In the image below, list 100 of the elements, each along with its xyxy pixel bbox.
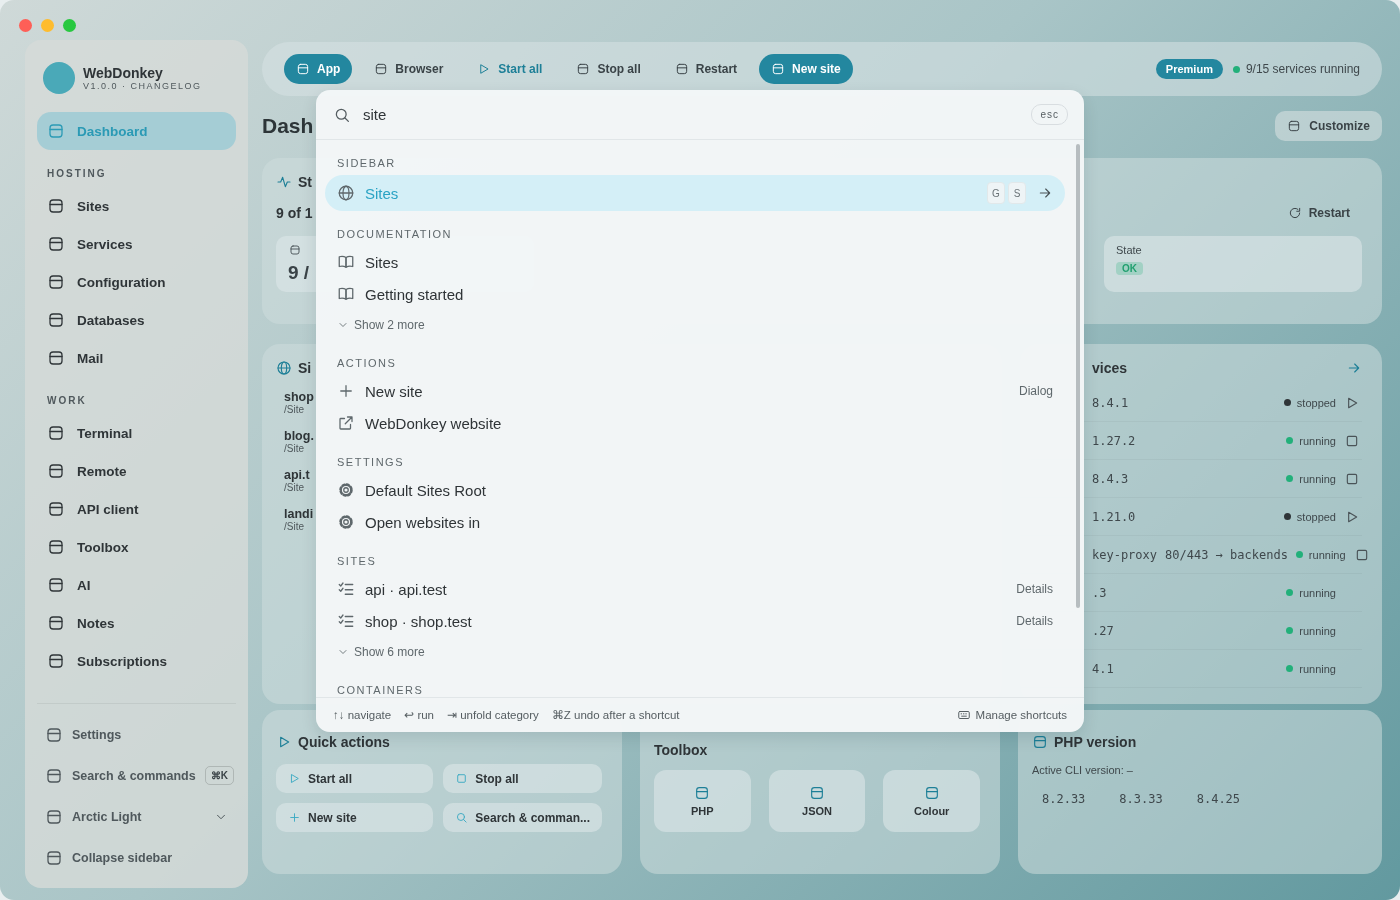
- card-title: Quick actions: [298, 734, 390, 750]
- quick-action-button[interactable]: Stop all: [443, 764, 602, 793]
- quick-action-button[interactable]: Search & comman...: [443, 803, 602, 832]
- sidebar-item[interactable]: Subscriptions: [37, 642, 236, 680]
- toolbar-button[interactable]: Restart: [662, 54, 750, 84]
- service-status: running: [1308, 548, 1346, 561]
- toolbar-button[interactable]: App: [284, 54, 353, 84]
- external-link-icon: [337, 414, 355, 432]
- sidebar-item[interactable]: Databases: [37, 301, 236, 339]
- app-version[interactable]: V1.0.0 · CHANGELOG: [83, 81, 202, 91]
- square-icon: [47, 462, 65, 480]
- square-icon: [47, 576, 65, 594]
- result-item[interactable]: Open websites in: [325, 506, 1065, 538]
- sidebar-item[interactable]: Sites: [37, 187, 236, 225]
- close-window-button[interactable]: [19, 19, 32, 32]
- customize-button[interactable]: Customize: [1275, 111, 1382, 141]
- sidebar-item[interactable]: Toolbox: [37, 528, 236, 566]
- service-status: running: [1299, 662, 1336, 675]
- toolbar-button[interactable]: Browser: [362, 54, 456, 84]
- page-title: Dash: [262, 114, 314, 138]
- globe-icon: [276, 360, 292, 376]
- service-detail: 80/443 → backends: [1165, 547, 1288, 562]
- tool-tile[interactable]: Colour: [883, 770, 980, 832]
- square-icon: [45, 766, 63, 785]
- card-title: vices: [1092, 360, 1128, 376]
- service-status: running: [1299, 586, 1336, 599]
- settings-icon: [337, 481, 355, 499]
- play-icon: [288, 772, 301, 785]
- sidebar-item[interactable]: Configuration: [37, 263, 236, 301]
- result-item[interactable]: New site Dialog: [325, 375, 1065, 407]
- result-item[interactable]: Sites G S: [325, 175, 1065, 211]
- square-icon: [47, 538, 65, 556]
- sidebar-item[interactable]: Terminal: [37, 414, 236, 452]
- php-version-option[interactable]: 8.2.33: [1042, 792, 1086, 806]
- search-field[interactable]: site: [363, 106, 1020, 123]
- sidebar-item[interactable]: Services: [37, 225, 236, 263]
- card-subtitle: Active CLI version: –: [1032, 764, 1134, 776]
- square-icon: [771, 62, 786, 76]
- sidebar-item[interactable]: AI: [37, 566, 236, 604]
- search-icon: [455, 811, 469, 824]
- sidebar-item[interactable]: API client: [37, 490, 236, 528]
- service-status: running: [1299, 624, 1336, 637]
- toolbar-button[interactable]: Stop all: [564, 54, 653, 84]
- zoom-window-button[interactable]: [63, 19, 76, 32]
- quick-action-button[interactable]: Start all: [276, 764, 434, 793]
- square-icon: [809, 785, 825, 801]
- site-path: /Site: [283, 443, 304, 454]
- esc-key[interactable]: esc: [1031, 104, 1068, 125]
- sidebar-item[interactable]: Collapse sidebar: [37, 837, 236, 878]
- section-heading: CONTAINERS: [336, 683, 425, 697]
- toolbar-button[interactable]: New site: [759, 54, 853, 84]
- service-status: stopped: [1296, 510, 1336, 523]
- sidebar-item[interactable]: Mail: [37, 339, 236, 377]
- manage-shortcuts-link[interactable]: Manage shortcuts: [956, 708, 1067, 722]
- result-item[interactable]: shop · shop.test Details: [325, 605, 1065, 637]
- show-more-link[interactable]: Show 6 more: [325, 637, 1065, 667]
- arrow-right-icon: [1346, 360, 1362, 376]
- sidebar-item[interactable]: Search & commands ⌘K: [37, 755, 236, 796]
- app-name: WebDonkey: [83, 65, 164, 81]
- minimize-window-button[interactable]: [41, 19, 54, 32]
- site-name: api.t: [283, 468, 310, 482]
- show-more-link[interactable]: Show 2 more: [325, 310, 1065, 340]
- result-item[interactable]: Sites: [325, 246, 1065, 278]
- service-name: .3: [1092, 585, 1107, 600]
- shortcut-key: G: [987, 182, 1005, 204]
- result-item[interactable]: Getting started: [325, 278, 1065, 310]
- result-item[interactable]: Default Sites Root: [325, 474, 1065, 506]
- site-name: blog.: [283, 429, 314, 443]
- stat-label: State: [1116, 244, 1142, 256]
- square-icon: [45, 807, 63, 826]
- plus-icon: [288, 811, 301, 824]
- tool-tile[interactable]: PHP: [654, 770, 751, 832]
- card-title: St: [298, 174, 312, 190]
- php-version-option[interactable]: 8.4.25: [1196, 792, 1241, 806]
- sidebar-item[interactable]: Settings: [37, 714, 236, 755]
- checklist-icon: [337, 612, 355, 630]
- settings-icon: [337, 513, 355, 531]
- restart-button[interactable]: Restart: [1275, 198, 1362, 228]
- sidebar-item[interactable]: Arctic Light: [37, 796, 236, 837]
- state-badge: OK: [1116, 262, 1143, 275]
- scrollbar[interactable]: [1076, 144, 1080, 608]
- result-item[interactable]: api · api.test Details: [325, 573, 1065, 605]
- section-heading: SITES: [336, 554, 378, 569]
- service-status: running: [1299, 434, 1336, 447]
- square-icon: [1032, 734, 1048, 750]
- restart-icon: [1287, 206, 1302, 220]
- square-icon: [47, 424, 65, 442]
- square-icon: [47, 500, 65, 518]
- tool-tile[interactable]: JSON: [768, 770, 866, 832]
- sidebar-item[interactable]: Notes: [37, 604, 236, 642]
- globe-icon: [337, 184, 355, 202]
- quick-action-button[interactable]: New site: [276, 803, 434, 832]
- sidebar-item[interactable]: Remote: [37, 452, 236, 490]
- square-icon: [45, 848, 63, 867]
- square-icon: [374, 62, 389, 76]
- php-version-option[interactable]: 8.3.33: [1119, 792, 1163, 806]
- service-name: 4.1: [1092, 661, 1114, 676]
- service-name: 8.4.1: [1092, 395, 1129, 410]
- card-title: PHP version: [1054, 734, 1137, 750]
- result-item[interactable]: WebDonkey website: [325, 407, 1065, 439]
